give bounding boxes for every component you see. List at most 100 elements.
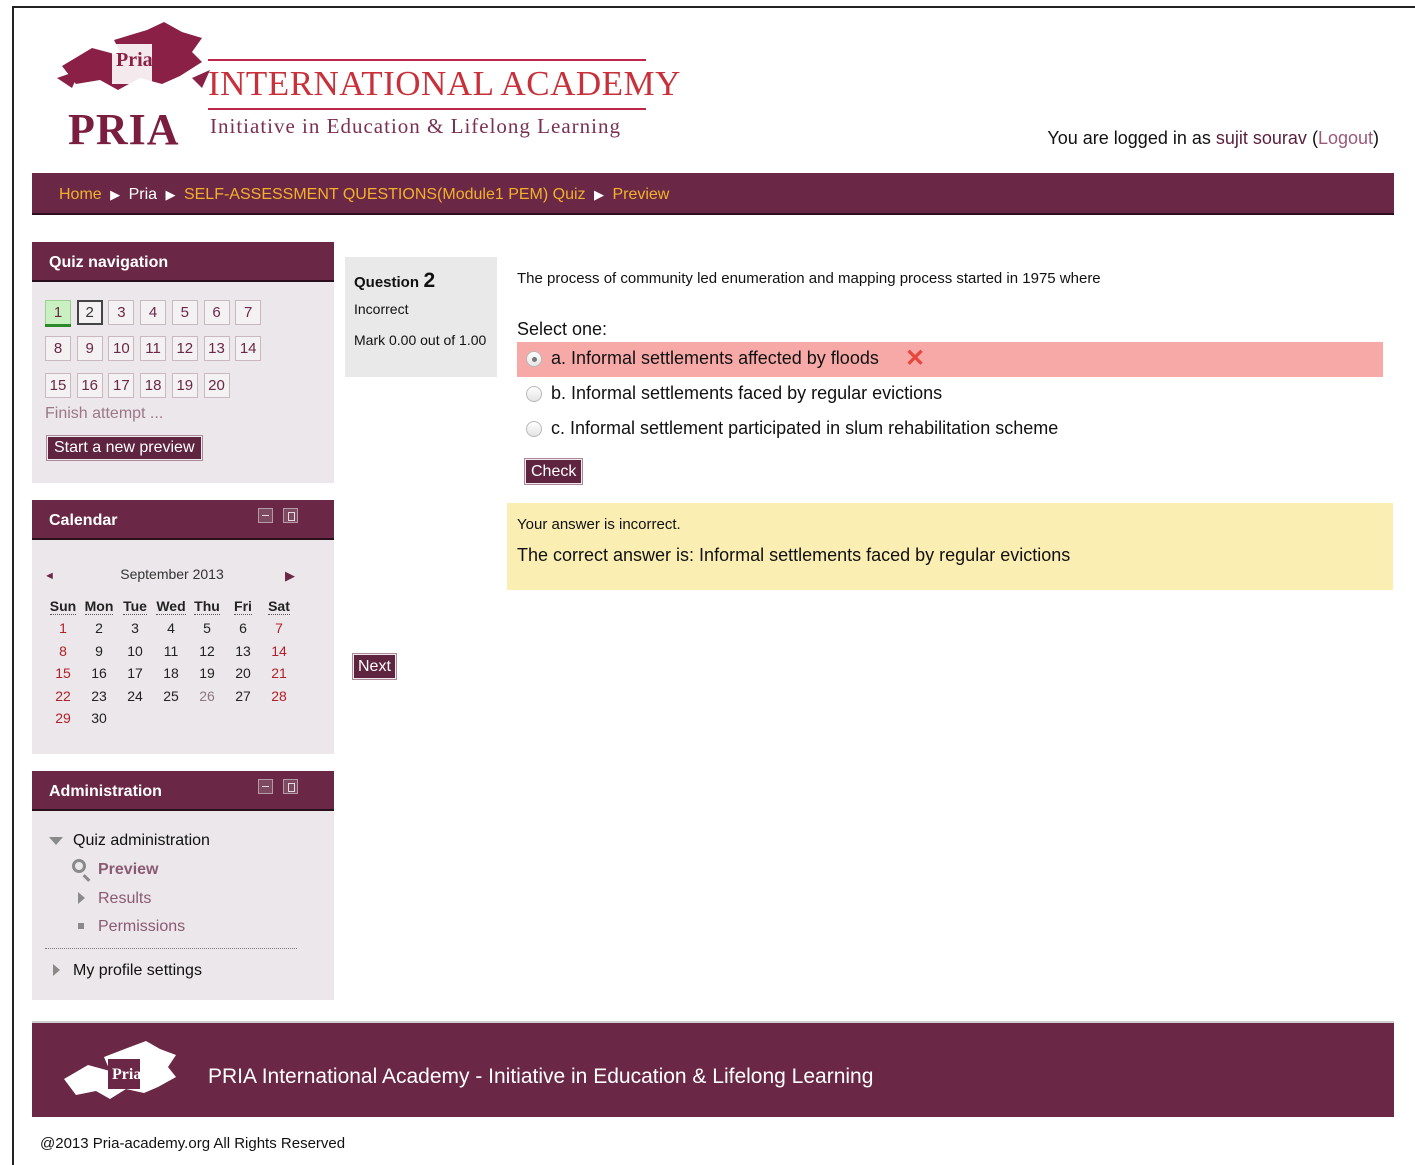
weekday-label: Tue [123, 598, 147, 615]
administration-title: Administration [49, 783, 162, 800]
calendar-day[interactable]: 20 [225, 662, 261, 685]
breadcrumb-home[interactable]: Home [59, 186, 102, 203]
question-nav-button-9[interactable]: 9 [76, 336, 103, 361]
calendar-day[interactable]: 13 [225, 640, 261, 663]
question-nav-button-11[interactable]: 11 [140, 336, 167, 361]
calendar-next-icon[interactable]: ▶ [285, 568, 295, 584]
quiz-navigation-block: Quiz navigation 1 2 3 4 5 6 7 8 9 10 11 12 13 14 15 16 1… [32, 242, 334, 483]
calendar-day[interactable]: 11 [153, 640, 189, 663]
permissions-item[interactable]: Permissions [98, 918, 185, 936]
calendar-week: 15 16 17 18 19 20 21 [45, 662, 297, 685]
calendar-day[interactable]: 2 [81, 617, 117, 640]
question-nav-button-1[interactable]: 1 [45, 300, 71, 327]
footer: Pria PRIA International Academy - Initia… [32, 1021, 1394, 1117]
calendar-day[interactable]: 17 [117, 662, 153, 685]
collapse-block-icon[interactable] [258, 779, 273, 794]
user-name-link[interactable]: sujit sourav [1216, 128, 1307, 148]
calendar-empty-cell [261, 707, 297, 730]
calendar-day[interactable]: 10 [117, 640, 153, 663]
logout-link[interactable]: Logout [1318, 128, 1373, 148]
collapsed-arrow-icon[interactable] [78, 892, 85, 904]
results-item[interactable]: Results [98, 890, 151, 908]
footer-logo-icon: Pria [64, 1041, 176, 1099]
question-nav-button-13[interactable]: 13 [203, 336, 230, 361]
collapsed-arrow-icon[interactable] [53, 964, 60, 976]
site-logo[interactable]: Pria INTERNATIONAL ACADEMY Initiative in… [52, 18, 680, 158]
calendar-day[interactable]: 8 [45, 640, 81, 663]
question-nav-button-12[interactable]: 12 [171, 336, 198, 361]
radio-button-b[interactable] [526, 386, 542, 402]
breadcrumb-pria[interactable]: Pria [129, 186, 157, 203]
calendar-day[interactable]: 19 [189, 662, 225, 685]
administration-block: Administration Quiz administration Previ… [32, 771, 334, 1000]
admin-divider [45, 948, 297, 949]
calendar-day[interactable]: 28 [261, 685, 297, 708]
question-nav-button-20[interactable]: 20 [203, 373, 230, 398]
breadcrumb-preview[interactable]: Preview [612, 186, 669, 203]
calendar-grid: Sun Mon Tue Wed Thu Fri Sat 1 2 3 4 5 6 7 8 9 10 11 12 13 1… [45, 595, 297, 730]
question-nav-button-8[interactable]: 8 [45, 336, 71, 361]
calendar-day[interactable]: 23 [81, 685, 117, 708]
radio-button-c[interactable] [526, 421, 542, 437]
academy-name: INTERNATIONAL ACADEMY [208, 64, 681, 103]
breadcrumb-separator-icon: ▶ [110, 187, 121, 202]
preview-item[interactable]: Preview [98, 861, 158, 879]
collapse-block-icon[interactable] [258, 508, 273, 523]
answer-option-c[interactable]: c. Informal settlement participated in s… [517, 412, 1383, 447]
question-nav-button-7[interactable]: 7 [235, 300, 262, 325]
question-nav-button-17[interactable]: 17 [108, 373, 135, 398]
question-nav-button-5[interactable]: 5 [171, 300, 198, 325]
calendar-day[interactable]: 24 [117, 685, 153, 708]
radio-button-a[interactable] [526, 351, 542, 367]
question-nav-button-2[interactable]: 2 [76, 300, 103, 325]
question-nav-button-3[interactable]: 3 [108, 300, 135, 325]
logo-rule-top [208, 59, 646, 61]
calendar-day[interactable]: 9 [81, 640, 117, 663]
calendar-day[interactable]: 4 [153, 617, 189, 640]
question-nav-button-14[interactable]: 14 [235, 336, 262, 361]
calendar-day[interactable]: 3 [117, 617, 153, 640]
question-nav-button-6[interactable]: 6 [203, 300, 230, 325]
logo-rule-bottom [208, 108, 646, 110]
my-profile-settings-item[interactable]: My profile settings [73, 962, 202, 980]
calendar-day[interactable]: 25 [153, 685, 189, 708]
calendar-day[interactable]: 1 [45, 617, 81, 640]
calendar-day[interactable]: 6 [225, 617, 261, 640]
calendar-day[interactable]: 30 [81, 707, 117, 730]
calendar-month[interactable]: September 2013 [32, 566, 312, 582]
calendar-day[interactable]: 29 [45, 707, 81, 730]
calendar-day[interactable]: 26 [189, 685, 225, 708]
question-nav-button-10[interactable]: 10 [108, 336, 135, 361]
calendar-day[interactable]: 27 [225, 685, 261, 708]
question-nav-button-4[interactable]: 4 [140, 300, 167, 325]
question-nav-button-16[interactable]: 16 [76, 373, 103, 398]
footer-logo-monogram: Pria [112, 1066, 141, 1083]
calendar-day[interactable]: 16 [81, 662, 117, 685]
next-button[interactable]: Next [353, 654, 396, 679]
answer-option-b[interactable]: b. Informal settlements faced by regular… [517, 377, 1383, 412]
login-prefix: You are logged in as [1047, 128, 1211, 148]
start-new-preview-button[interactable]: Start a new preview [47, 436, 202, 460]
calendar-day[interactable]: 12 [189, 640, 225, 663]
breadcrumb-quiz[interactable]: SELF-ASSESSMENT QUESTIONS(Module1 PEM) Q… [184, 186, 586, 203]
option-label-a: a. Informal settlements affected by floo… [551, 348, 879, 368]
question-nav-button-19[interactable]: 19 [171, 373, 198, 398]
calendar-day[interactable]: 18 [153, 662, 189, 685]
check-button[interactable]: Check [525, 459, 583, 484]
calendar-day[interactable]: 22 [45, 685, 81, 708]
answer-option-a[interactable]: a. Informal settlements affected by floo… [517, 342, 1383, 377]
calendar-title: Calendar [49, 512, 118, 529]
weekday-header: Sun [45, 595, 81, 617]
question-nav-button-18[interactable]: 18 [140, 373, 167, 398]
quiz-administration-item[interactable]: Quiz administration [73, 832, 210, 850]
calendar-day[interactable]: 15 [45, 662, 81, 685]
calendar-day[interactable]: 5 [189, 617, 225, 640]
question-nav-button-15[interactable]: 15 [45, 373, 71, 398]
calendar-day[interactable]: 14 [261, 640, 297, 663]
dock-block-icon[interactable] [283, 508, 298, 523]
calendar-day[interactable]: 21 [261, 662, 297, 685]
finish-attempt-link[interactable]: Finish attempt ... [45, 405, 163, 423]
dock-block-icon[interactable] [283, 779, 298, 794]
calendar-day[interactable]: 7 [261, 617, 297, 640]
expanded-arrow-icon[interactable] [49, 837, 63, 845]
